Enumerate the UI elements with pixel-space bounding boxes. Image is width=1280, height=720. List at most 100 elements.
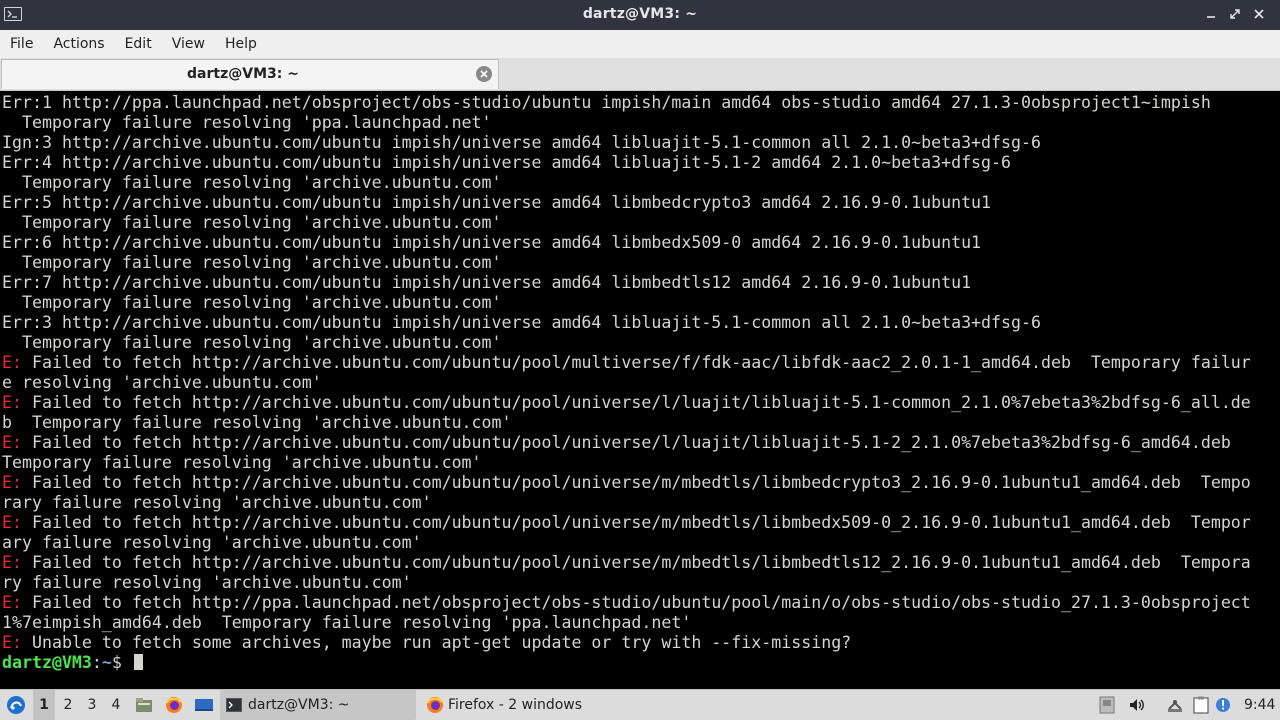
task-terminal[interactable]: dartz@VM3: ~ xyxy=(220,690,416,720)
close-window-button[interactable] xyxy=(1252,5,1266,23)
terminal-line: Err:7 http://archive.ubuntu.com/ubuntu i… xyxy=(2,273,971,292)
tab-terminal[interactable]: dartz@VM3: ~ xyxy=(1,59,499,89)
terminal-line-text: Err:6 http://archive.ubuntu.com/ubuntu i… xyxy=(2,233,982,252)
firefox-icon xyxy=(427,697,443,713)
terminal-line-text: Failed to fetch http://archive.ubuntu.co… xyxy=(21,393,1251,412)
workspace-2[interactable]: 2 xyxy=(57,690,79,720)
firefox-launcher[interactable] xyxy=(162,690,186,720)
terminal-line: E: Failed to fetch http://archive.ubuntu… xyxy=(2,353,1251,372)
terminal-line-text: ry failure resolving 'archive.ubuntu.com… xyxy=(2,573,412,592)
terminal-line-text: Failed to fetch http://archive.ubuntu.co… xyxy=(21,553,1251,572)
terminal-line-text: Failed to fetch http://archive.ubuntu.co… xyxy=(21,513,1251,532)
prompt-separator: : xyxy=(91,653,102,672)
volume-icon xyxy=(1130,699,1144,711)
task-firefox[interactable]: Firefox - 2 windows xyxy=(420,690,588,720)
network-icon xyxy=(1168,700,1182,712)
menu-file[interactable]: File xyxy=(0,30,43,58)
clock[interactable]: 9:44 xyxy=(1244,690,1275,720)
terminal-line-text: b Temporary failure resolving 'archive.u… xyxy=(2,413,512,432)
menu-help[interactable]: Help xyxy=(215,30,267,58)
terminal-line: 1%7eimpish_amd64.deb Temporary failure r… xyxy=(2,613,691,632)
task-label-terminal: dartz@VM3: ~ xyxy=(248,697,350,713)
terminal-line: Temporary failure resolving 'archive.ubu… xyxy=(2,253,502,272)
task-label-firefox: Firefox - 2 windows xyxy=(448,697,583,713)
window-titlebar: dartz@VM3: ~ xyxy=(0,0,1280,30)
network-tray[interactable] xyxy=(1162,690,1188,720)
terminal-line: Err:3 http://archive.ubuntu.com/ubuntu i… xyxy=(2,313,1041,332)
show-desktop-launcher[interactable] xyxy=(192,690,216,720)
terminal-line: E: Failed to fetch http://archive.ubuntu… xyxy=(2,473,1251,492)
terminal-line-text: e resolving 'archive.ubuntu.com' xyxy=(2,373,322,392)
terminal-line-text: Failed to fetch http://archive.ubuntu.co… xyxy=(21,353,1251,372)
terminal-line: E: Failed to fetch http://archive.ubuntu… xyxy=(2,433,1231,452)
terminal-line: Err:6 http://archive.ubuntu.com/ubuntu i… xyxy=(2,233,981,252)
minimize-button[interactable] xyxy=(1204,5,1218,23)
terminal-line: Temporary failure resolving 'archive.ubu… xyxy=(2,173,502,192)
terminal-line-text: Failed to fetch http://archive.ubuntu.co… xyxy=(21,433,1231,452)
workspace-1[interactable]: 1 xyxy=(33,690,55,720)
error-prefix: E: xyxy=(2,553,22,572)
prompt-symbol: $ xyxy=(111,653,132,672)
menu-bar: File Actions Edit View Help xyxy=(0,30,1280,58)
workspace-3[interactable]: 3 xyxy=(81,690,103,720)
terminal-line-text: 1%7eimpish_amd64.deb Temporary failure r… xyxy=(2,613,692,632)
terminal-line-text: rary failure resolving 'archive.ubuntu.c… xyxy=(2,493,432,512)
terminal-line: Ign:3 http://archive.ubuntu.com/ubuntu i… xyxy=(2,133,1041,152)
file-manager-launcher[interactable] xyxy=(132,690,156,720)
menu-view[interactable]: View xyxy=(162,30,215,58)
maximize-button[interactable] xyxy=(1228,5,1242,23)
terminal-line: Temporary failure resolving 'archive.ubu… xyxy=(2,293,502,312)
terminal-icon xyxy=(226,698,242,712)
error-prefix: E: xyxy=(2,353,22,372)
tab-close-button[interactable] xyxy=(476,66,492,82)
minimize-icon xyxy=(1207,16,1215,18)
terminal-line: ary failure resolving 'archive.ubuntu.co… xyxy=(2,533,422,552)
prompt-user-host: dartz@VM3 xyxy=(2,653,92,672)
taskbar: 1 2 3 4 dartz@VM3: ~ Firefox - 2 windows… xyxy=(0,689,1280,720)
firefox-icon xyxy=(166,697,182,713)
terminal-line-text: Temporary failure resolving 'archive.ubu… xyxy=(2,333,502,352)
terminal-line: Err:5 http://archive.ubuntu.com/ubuntu i… xyxy=(2,193,991,212)
terminal-line: ry failure resolving 'archive.ubuntu.com… xyxy=(2,573,412,592)
shell-prompt[interactable]: dartz@VM3:~$ xyxy=(2,653,143,672)
prompt-path: ~ xyxy=(101,653,112,672)
lubuntu-logo-icon xyxy=(7,696,25,714)
terminal-line: Temporary failure resolving 'archive.ubu… xyxy=(2,213,502,232)
tab-bar: dartz@VM3: ~ xyxy=(0,58,1280,91)
terminal-line-text: Temporary failure resolving 'archive.ubu… xyxy=(2,213,502,232)
start-menu-button[interactable] xyxy=(4,690,28,720)
menu-edit[interactable]: Edit xyxy=(115,30,162,58)
terminal-line-text: ary failure resolving 'archive.ubuntu.co… xyxy=(2,533,422,552)
error-prefix: E: xyxy=(2,433,22,452)
window-title: dartz@VM3: ~ xyxy=(582,6,698,22)
workspace-4[interactable]: 4 xyxy=(105,690,127,720)
terminal-line: e resolving 'archive.ubuntu.com' xyxy=(2,373,322,392)
terminal-line: Temporary failure resolving 'archive.ubu… xyxy=(2,453,482,472)
terminal-line-text: Temporary failure resolving 'archive.ubu… xyxy=(2,293,502,312)
terminal-output[interactable]: Err:1 http://ppa.launchpad.net/obsprojec… xyxy=(0,91,1280,685)
maximize-icon xyxy=(1230,9,1240,19)
update-notifier-tray[interactable] xyxy=(1210,690,1236,720)
text-cursor xyxy=(133,654,143,670)
terminal-line-text: Temporary failure resolving 'archive.ubu… xyxy=(2,453,482,472)
terminal-line-text: Err:4 http://archive.ubuntu.com/ubuntu i… xyxy=(2,153,1012,172)
menu-actions[interactable]: Actions xyxy=(43,30,114,58)
terminal-line: E: Failed to fetch http://archive.ubuntu… xyxy=(2,513,1251,532)
volume-tray[interactable] xyxy=(1124,690,1150,720)
terminal-line: E: Unable to fetch some archives, maybe … xyxy=(2,633,851,652)
terminal-line-text: Err:5 http://archive.ubuntu.com/ubuntu i… xyxy=(2,193,992,212)
keyboard-tray[interactable] xyxy=(1094,690,1120,720)
terminal-line-text: Err:3 http://archive.ubuntu.com/ubuntu i… xyxy=(2,313,1041,332)
keyboard-icon xyxy=(1099,696,1115,714)
file-manager-icon xyxy=(136,698,152,712)
terminal-line-text: Failed to fetch http://archive.ubuntu.co… xyxy=(21,473,1251,492)
terminal-line-text: Temporary failure resolving 'archive.ubu… xyxy=(2,173,502,192)
terminal-line-text: Temporary failure resolving 'ppa.launchp… xyxy=(2,113,492,132)
error-prefix: E: xyxy=(2,633,22,652)
desktop-icon xyxy=(195,699,213,711)
error-prefix: E: xyxy=(2,513,22,532)
close-icon xyxy=(1254,9,1264,19)
tab-label: dartz@VM3: ~ xyxy=(187,66,299,82)
update-notifier-icon xyxy=(1216,698,1230,712)
terminal-line: Err:4 http://archive.ubuntu.com/ubuntu i… xyxy=(2,153,1011,172)
